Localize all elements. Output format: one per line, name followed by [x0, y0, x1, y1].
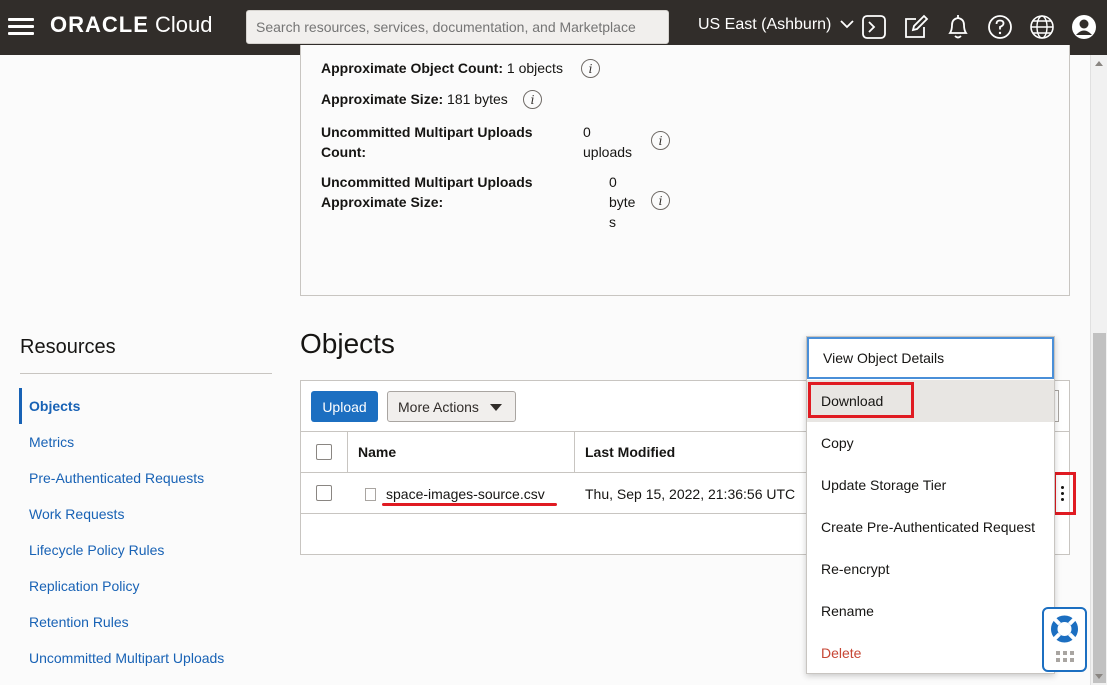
sidebar-item-pre-authenticated-requests[interactable]: Pre-Authenticated Requests — [29, 470, 204, 486]
menu-item-rename[interactable]: Rename — [807, 590, 1054, 632]
multipart-count-unit: uploads — [583, 144, 633, 160]
menu-item-copy[interactable]: Copy — [807, 422, 1054, 464]
caret-down-icon — [490, 404, 502, 411]
menu-item-view-object-details[interactable]: View Object Details — [807, 337, 1054, 379]
column-divider — [347, 432, 348, 472]
oracle-cloud-logo[interactable]: ORACLE Cloud — [50, 12, 213, 38]
multipart-size-label-line1: Uncommitted Multipart Uploads — [321, 174, 533, 190]
object-count-value: 1 objects — [506, 60, 563, 76]
menu-item-create-pre-authenticated-request[interactable]: Create Pre-Authenticated Request — [807, 506, 1054, 548]
menu-item-update-storage-tier[interactable]: Update Storage Tier — [807, 464, 1054, 506]
object-last-modified: Thu, Sep 15, 2022, 21:36:56 UTC — [585, 486, 796, 502]
multipart-count-label: Uncommitted Multipart Uploads Count: — [321, 122, 533, 162]
annotation-underline — [382, 503, 557, 506]
info-icon[interactable]: i — [523, 90, 542, 109]
upload-button[interactable]: Upload — [311, 391, 378, 422]
scroll-down-icon[interactable] — [1095, 674, 1103, 679]
page-scrollbar[interactable] — [1090, 55, 1107, 685]
globe-icon[interactable] — [1027, 12, 1057, 42]
region-selector[interactable]: US East (Ashburn) — [698, 16, 854, 34]
file-icon — [365, 488, 376, 501]
bell-icon[interactable] — [943, 12, 973, 42]
multipart-size-unit-part2: s — [609, 214, 616, 230]
info-icon[interactable]: i — [651, 191, 670, 210]
help-icon[interactable] — [985, 12, 1015, 42]
objects-title: Objects — [300, 328, 395, 359]
menu-item-re-encrypt[interactable]: Re-encrypt — [807, 548, 1054, 590]
multipart-count-value: 0 uploads — [583, 122, 632, 162]
sidebar-item-work-requests[interactable]: Work Requests — [29, 506, 124, 522]
sidebar-item-retention-rules[interactable]: Retention Rules — [29, 614, 129, 630]
multipart-count-label-line2: Count: — [321, 144, 367, 160]
scrollbar-thumb[interactable] — [1093, 333, 1106, 683]
column-header-name[interactable]: Name — [358, 444, 396, 460]
sidebar-item-replication-policy[interactable]: Replication Policy — [29, 578, 140, 594]
more-actions-button[interactable]: More Actions — [387, 391, 516, 422]
info-icon[interactable]: i — [651, 131, 670, 150]
sidebar-item-uncommitted-multipart-uploads[interactable]: Uncommitted Multipart Uploads — [29, 650, 224, 666]
scroll-up-icon[interactable] — [1095, 61, 1103, 66]
resources-title: Resources — [20, 336, 116, 358]
column-header-last-modified[interactable]: Last Modified — [585, 444, 675, 460]
object-count-label: Approximate Object Count: — [321, 60, 504, 76]
info-icon[interactable]: i — [581, 59, 600, 78]
row-checkbox[interactable] — [316, 485, 332, 501]
menu-icon[interactable] — [8, 15, 34, 39]
active-indicator — [19, 388, 22, 424]
edit-icon[interactable] — [901, 12, 931, 42]
multipart-size-label: Uncommitted Multipart Uploads Approximat… — [321, 172, 533, 212]
logo-brand: ORACLE — [50, 12, 149, 37]
multipart-size-number: 0 — [609, 174, 617, 190]
lifebuoy-icon — [1050, 614, 1079, 662]
object-name-link[interactable]: space-images-source.csv — [386, 486, 545, 502]
column-divider — [574, 432, 575, 472]
logo-product: Cloud — [155, 12, 213, 37]
annotation-box — [808, 382, 914, 418]
size-row: Approximate Size: 181 bytes — [321, 91, 508, 107]
multipart-size-unit-part1: byte — [609, 194, 636, 210]
select-all-checkbox[interactable] — [316, 444, 332, 460]
multipart-size-value: 0 byte s — [609, 172, 635, 232]
cloud-shell-icon[interactable] — [859, 12, 889, 42]
annotation-box — [1053, 472, 1076, 515]
sidebar-item-objects[interactable]: Objects — [29, 398, 80, 414]
more-actions-label: More Actions — [398, 398, 479, 415]
region-label: US East (Ashburn) — [698, 16, 832, 33]
bucket-details-panel — [300, 45, 1070, 296]
sidebar-item-lifecycle-policy-rules[interactable]: Lifecycle Policy Rules — [29, 542, 164, 558]
size-value: 181 bytes — [447, 91, 508, 107]
chevron-down-icon — [840, 16, 854, 34]
size-label: Approximate Size: — [321, 91, 444, 107]
sidebar-item-metrics[interactable]: Metrics — [29, 434, 74, 450]
multipart-size-label-line2: Approximate Size: — [321, 194, 444, 210]
menu-item-delete[interactable]: Delete — [807, 632, 1054, 674]
search-input[interactable] — [246, 10, 669, 44]
profile-icon[interactable] — [1069, 12, 1099, 42]
divider — [20, 373, 272, 374]
multipart-count-number: 0 — [583, 124, 591, 140]
object-count-row: Approximate Object Count: 1 objects — [321, 60, 563, 76]
help-widget[interactable] — [1042, 607, 1087, 672]
multipart-count-label-line1: Uncommitted Multipart Uploads — [321, 124, 533, 140]
